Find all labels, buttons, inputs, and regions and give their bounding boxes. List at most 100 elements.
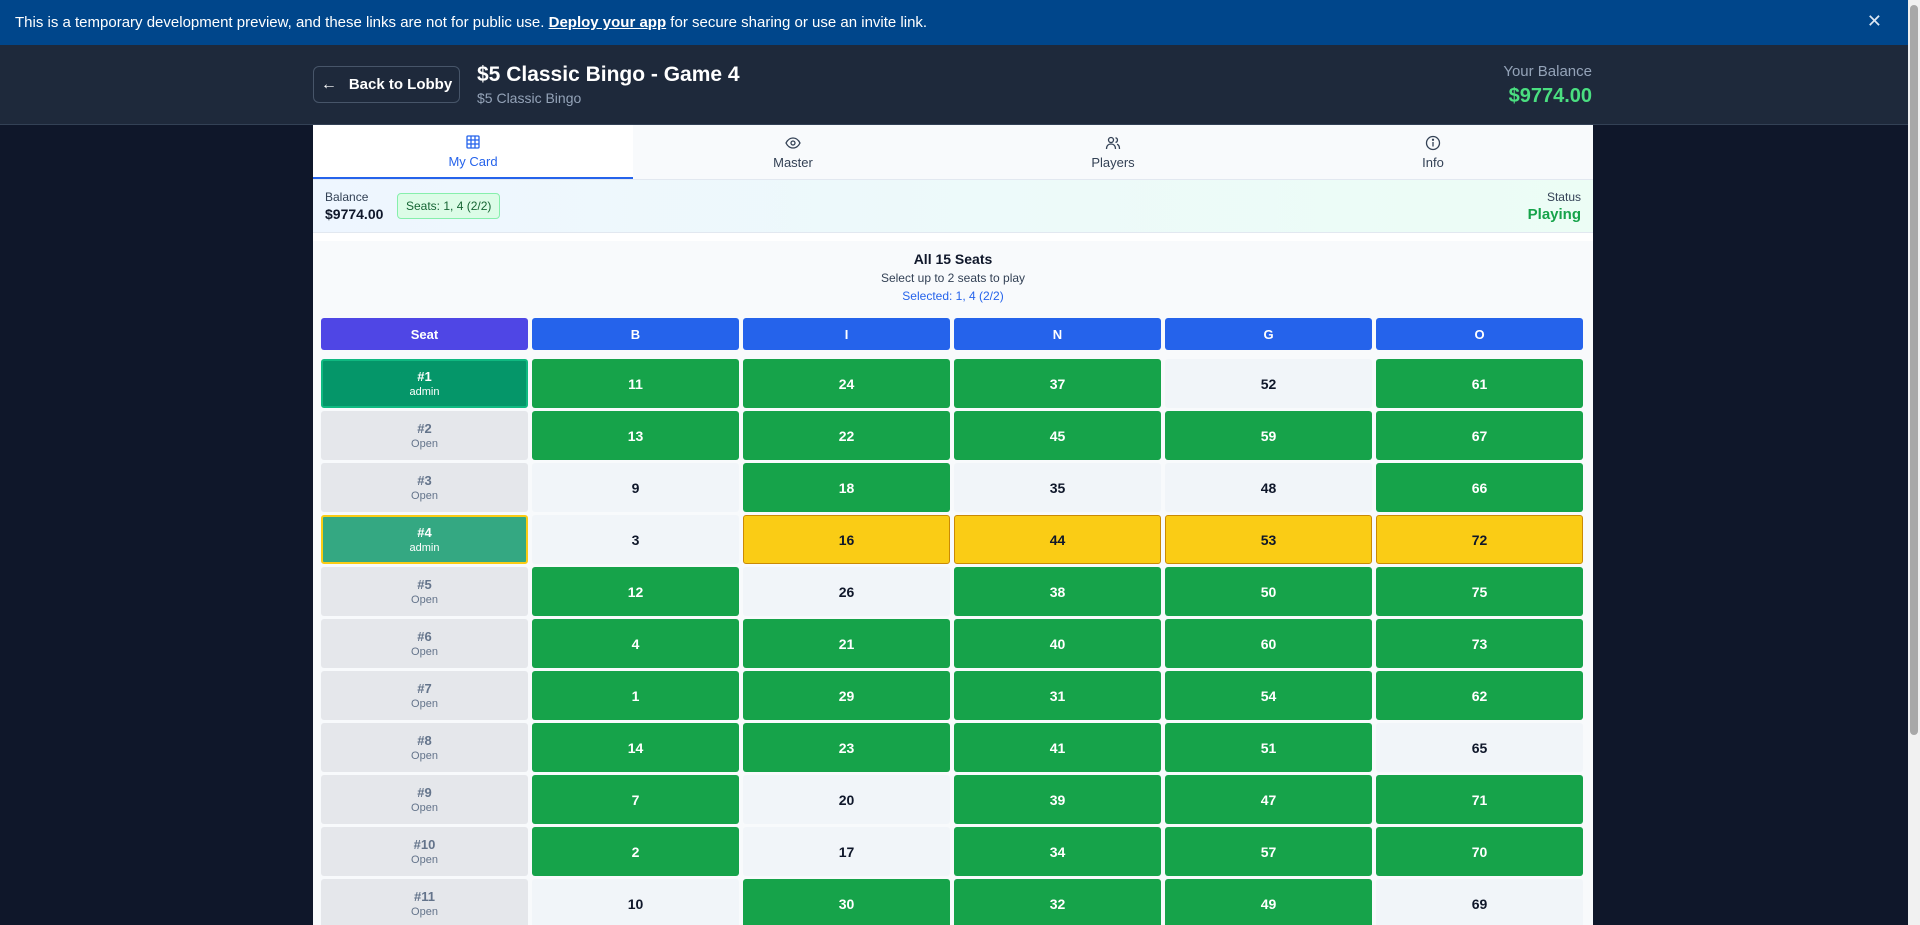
seats-selected: Selected: 1, 4 (2/2) bbox=[902, 289, 1004, 303]
seats-section: All 15 Seats Select up to 2 seats to pla… bbox=[313, 241, 1593, 925]
bingo-number-cell[interactable]: 30 bbox=[743, 879, 950, 925]
seat-number: #9 bbox=[417, 785, 432, 800]
bingo-number-cell[interactable]: 23 bbox=[743, 723, 950, 772]
bingo-number-cell[interactable]: 47 bbox=[1165, 775, 1372, 824]
bingo-number-cell[interactable]: 21 bbox=[743, 619, 950, 668]
deploy-app-link[interactable]: Deploy your app bbox=[549, 14, 667, 31]
back-to-lobby-button[interactable]: ← Back to Lobby bbox=[313, 66, 460, 103]
bingo-number-cell[interactable]: 66 bbox=[1376, 463, 1583, 512]
users-icon bbox=[1105, 136, 1121, 149]
scrollbar-thumb[interactable] bbox=[1910, 5, 1918, 735]
seat-cell[interactable]: #6 Open bbox=[321, 619, 528, 668]
eye-icon bbox=[785, 136, 801, 149]
bingo-number-cell[interactable]: 60 bbox=[1165, 619, 1372, 668]
bingo-number-cell[interactable]: 72 bbox=[1376, 515, 1583, 564]
page-scrollbar[interactable] bbox=[1908, 0, 1920, 925]
bingo-number-cell[interactable]: 12 bbox=[532, 567, 739, 616]
bingo-number-cell[interactable]: 34 bbox=[954, 827, 1161, 876]
seat-cell[interactable]: #3 Open bbox=[321, 463, 528, 512]
bingo-number-cell[interactable]: 26 bbox=[743, 567, 950, 616]
bingo-number-cell[interactable]: 22 bbox=[743, 411, 950, 460]
bingo-number-cell[interactable]: 38 bbox=[954, 567, 1161, 616]
bingo-number-cell[interactable]: 54 bbox=[1165, 671, 1372, 720]
bingo-number-cell[interactable]: 32 bbox=[954, 879, 1161, 925]
tab-info[interactable]: Info bbox=[1273, 125, 1593, 179]
tab-my-card[interactable]: My Card bbox=[313, 125, 633, 179]
bingo-number-cell[interactable]: 45 bbox=[954, 411, 1161, 460]
close-icon[interactable]: ✕ bbox=[1867, 11, 1882, 32]
seat-cell[interactable]: #4 admin bbox=[321, 515, 528, 564]
seats-title: All 15 Seats bbox=[913, 251, 993, 267]
seat-grid: Seat B I N G O #1 admin 11 24 37 52 61 #2 Open 13… bbox=[321, 318, 1585, 925]
page-subtitle: $5 Classic Bingo bbox=[477, 90, 582, 106]
tab-master[interactable]: Master bbox=[633, 125, 953, 179]
game-header: ← Back to Lobby $5 Classic Bingo - Game … bbox=[0, 45, 1908, 125]
bingo-number-cell[interactable]: 62 bbox=[1376, 671, 1583, 720]
bingo-number-cell[interactable]: 24 bbox=[743, 359, 950, 408]
seat-cell[interactable]: #8 Open bbox=[321, 723, 528, 772]
bingo-number-cell[interactable]: 73 bbox=[1376, 619, 1583, 668]
bingo-number-cell[interactable]: 9 bbox=[532, 463, 739, 512]
seat-cell[interactable]: #2 Open bbox=[321, 411, 528, 460]
bingo-number-cell[interactable]: 69 bbox=[1376, 879, 1583, 925]
seat-cell[interactable]: #11 Open bbox=[321, 879, 528, 925]
bingo-number-cell[interactable]: 67 bbox=[1376, 411, 1583, 460]
bingo-number-cell[interactable]: 11 bbox=[532, 359, 739, 408]
bingo-number-cell[interactable]: 31 bbox=[954, 671, 1161, 720]
column-header-i: I bbox=[743, 318, 950, 350]
bingo-number-cell[interactable]: 48 bbox=[1165, 463, 1372, 512]
bingo-number-cell[interactable]: 40 bbox=[954, 619, 1161, 668]
bingo-number-cell[interactable]: 44 bbox=[954, 515, 1161, 564]
bingo-number-cell[interactable]: 14 bbox=[532, 723, 739, 772]
bingo-number-cell[interactable]: 1 bbox=[532, 671, 739, 720]
seat-owner: Open bbox=[411, 646, 438, 658]
bingo-number-cell[interactable]: 29 bbox=[743, 671, 950, 720]
bingo-number-cell[interactable]: 13 bbox=[532, 411, 739, 460]
seat-cell[interactable]: #7 Open bbox=[321, 671, 528, 720]
bingo-number-cell[interactable]: 35 bbox=[954, 463, 1161, 512]
bingo-number-cell[interactable]: 17 bbox=[743, 827, 950, 876]
seat-cell[interactable]: #10 Open bbox=[321, 827, 528, 876]
bingo-number-cell[interactable]: 71 bbox=[1376, 775, 1583, 824]
bingo-number-cell[interactable]: 39 bbox=[954, 775, 1161, 824]
bingo-number-cell[interactable]: 61 bbox=[1376, 359, 1583, 408]
bingo-number-cell[interactable]: 75 bbox=[1376, 567, 1583, 616]
seat-cell[interactable]: #9 Open bbox=[321, 775, 528, 824]
bingo-number-cell[interactable]: 4 bbox=[532, 619, 739, 668]
seat-number: #7 bbox=[417, 681, 432, 696]
seat-owner: Open bbox=[411, 906, 438, 918]
seat-owner: Open bbox=[411, 438, 438, 450]
seat-owner: Open bbox=[411, 802, 438, 814]
balance-value: $9774.00 bbox=[325, 206, 384, 222]
bingo-number-cell[interactable]: 41 bbox=[954, 723, 1161, 772]
bingo-number-cell[interactable]: 49 bbox=[1165, 879, 1372, 925]
balance-label: Your Balance bbox=[1503, 63, 1592, 80]
tab-label: My Card bbox=[448, 153, 498, 169]
balance-label: Balance bbox=[325, 190, 369, 204]
bingo-number-cell[interactable]: 70 bbox=[1376, 827, 1583, 876]
seat-cell[interactable]: #1 admin bbox=[321, 359, 528, 408]
bingo-number-cell[interactable]: 53 bbox=[1165, 515, 1372, 564]
column-header-o: O bbox=[1376, 318, 1583, 350]
seats-badge: Seats: 1, 4 (2/2) bbox=[397, 193, 501, 219]
bingo-number-cell[interactable]: 37 bbox=[954, 359, 1161, 408]
bingo-number-cell[interactable]: 18 bbox=[743, 463, 950, 512]
bingo-number-cell[interactable]: 10 bbox=[532, 879, 739, 925]
bingo-number-cell[interactable]: 59 bbox=[1165, 411, 1372, 460]
bingo-number-cell[interactable]: 7 bbox=[532, 775, 739, 824]
bingo-number-cell[interactable]: 3 bbox=[532, 515, 739, 564]
bingo-number-cell[interactable]: 50 bbox=[1165, 567, 1372, 616]
bingo-number-cell[interactable]: 52 bbox=[1165, 359, 1372, 408]
tab-players[interactable]: Players bbox=[953, 125, 1273, 179]
seat-number: #10 bbox=[413, 837, 436, 852]
seat-cell[interactable]: #5 Open bbox=[321, 567, 528, 616]
bingo-number-cell[interactable]: 16 bbox=[743, 515, 950, 564]
bingo-number-cell[interactable]: 51 bbox=[1165, 723, 1372, 772]
bingo-number-cell[interactable]: 20 bbox=[743, 775, 950, 824]
seat-number: #3 bbox=[417, 473, 432, 488]
bingo-number-cell[interactable]: 57 bbox=[1165, 827, 1372, 876]
banner-text: This is a temporary development preview,… bbox=[15, 14, 928, 31]
bingo-number-cell[interactable]: 2 bbox=[532, 827, 739, 876]
bingo-number-cell[interactable]: 65 bbox=[1376, 723, 1583, 772]
page-title: $5 Classic Bingo - Game 4 bbox=[477, 63, 740, 86]
